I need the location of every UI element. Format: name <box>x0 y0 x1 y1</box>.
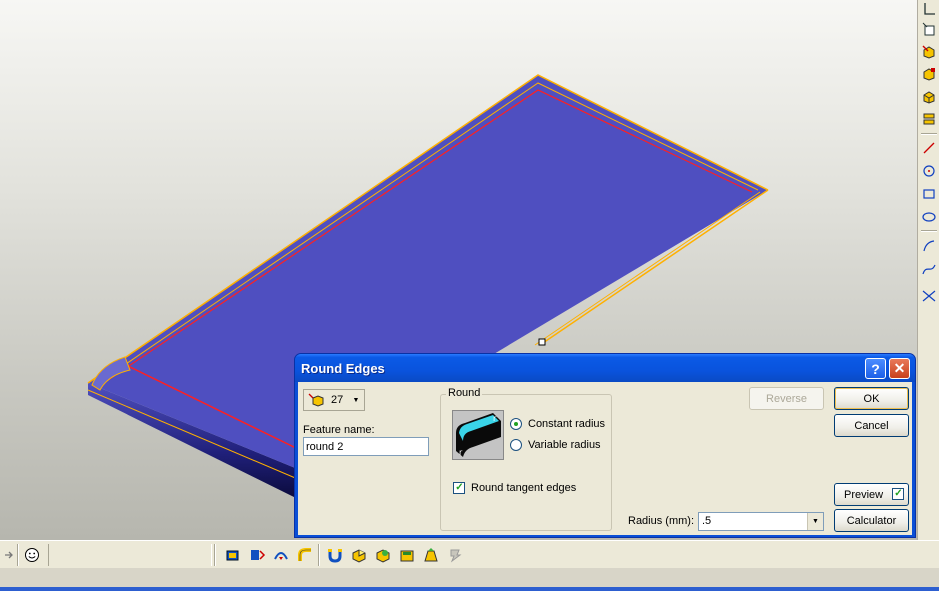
dialog-titlebar[interactable]: Round Edges ? ✕ <box>295 354 915 382</box>
radius-label: Radius (mm): <box>628 515 695 527</box>
extrude-icon[interactable] <box>920 43 938 61</box>
variable-radius-option[interactable]: Variable radius <box>510 439 601 451</box>
right-toolbar <box>917 0 939 540</box>
cut-icon[interactable] <box>920 65 938 83</box>
constant-radius-option[interactable]: Constant radius <box>510 418 605 430</box>
taskbar <box>0 568 939 591</box>
variable-radius-label: Variable radius <box>528 439 601 451</box>
round-tangent-checkbox[interactable] <box>453 482 465 494</box>
feature-name-label: Feature name: <box>303 424 375 436</box>
magnet-tool-icon[interactable] <box>325 545 345 565</box>
preview-label: Preview <box>844 488 884 501</box>
circle-icon[interactable] <box>920 162 938 180</box>
stack-icon[interactable] <box>920 110 938 128</box>
feature-selector[interactable]: 27 ▼ <box>303 389 365 411</box>
radius-chevron-down-icon[interactable]: ▼ <box>807 513 823 530</box>
round-tangent-option[interactable]: Round tangent edges <box>453 482 576 494</box>
preview-checkbox[interactable] <box>892 488 904 500</box>
feature-icon <box>308 393 326 410</box>
ok-button[interactable]: OK <box>834 387 909 410</box>
dialog-title: Round Edges <box>301 361 385 376</box>
variable-radius-radio[interactable] <box>510 439 522 451</box>
cancel-label: Cancel <box>854 419 889 432</box>
reverse-button[interactable]: Reverse <box>749 387 824 410</box>
round-edges-dialog: Round Edges ? ✕ 27 ▼ Feature name: Round… <box>294 353 916 538</box>
feature-name-input[interactable] <box>303 437 429 456</box>
chamfer-tool-icon[interactable] <box>397 545 417 565</box>
rectangle-icon[interactable] <box>920 185 938 203</box>
constant-radius-radio[interactable] <box>510 418 522 430</box>
arc-icon[interactable] <box>920 237 938 255</box>
status-field <box>48 544 212 566</box>
round-tool-icon[interactable] <box>373 545 393 565</box>
calculator-button[interactable]: Calculator <box>834 509 909 532</box>
chevron-down-icon[interactable]: ▼ <box>348 390 364 410</box>
round-tangent-label: Round tangent edges <box>471 482 577 494</box>
extrude-tool-icon[interactable] <box>223 545 243 565</box>
calculator-label: Calculator <box>846 514 897 527</box>
cancel-button[interactable]: Cancel <box>834 414 909 437</box>
round-diagram-icon: r r <box>452 410 504 460</box>
trim-icon[interactable] <box>920 287 938 305</box>
line-icon[interactable] <box>920 139 938 157</box>
dialog-body: 27 ▼ Feature name: Round r r Constant ra… <box>298 382 912 535</box>
ok-label: OK <box>863 392 880 405</box>
sweep-tool-icon[interactable] <box>271 545 291 565</box>
revolve-tool-icon[interactable] <box>247 545 267 565</box>
pipe-tool-icon[interactable] <box>295 545 315 565</box>
pattern-tool-icon[interactable] <box>445 545 465 565</box>
sketch-plane-icon[interactable] <box>920 20 938 38</box>
constant-radius-label: Constant radius <box>528 418 606 430</box>
shell-icon[interactable] <box>920 88 938 106</box>
help-button[interactable]: ? <box>865 358 886 379</box>
reverse-label: Reverse <box>766 392 807 405</box>
edge-handle[interactable] <box>538 338 546 346</box>
bottom-toolbar <box>0 540 939 568</box>
round-group-label: Round <box>446 387 483 399</box>
close-icon: ✕ <box>893 360 906 376</box>
radius-value: .5 <box>702 515 712 527</box>
preview-button[interactable]: Preview <box>834 483 909 506</box>
sketch-origin-icon[interactable] <box>920 0 938 18</box>
close-button[interactable]: ✕ <box>889 358 910 379</box>
draft-tool-icon[interactable] <box>421 545 441 565</box>
spline-icon[interactable] <box>920 260 938 278</box>
feature-count: 27 <box>331 394 344 406</box>
smiley-icon[interactable] <box>22 545 42 565</box>
ellipse-icon[interactable] <box>920 208 938 226</box>
radius-input[interactable]: .5 ▼ <box>698 512 824 531</box>
shell-tool-icon[interactable] <box>349 545 369 565</box>
help-icon: ? <box>871 360 880 377</box>
